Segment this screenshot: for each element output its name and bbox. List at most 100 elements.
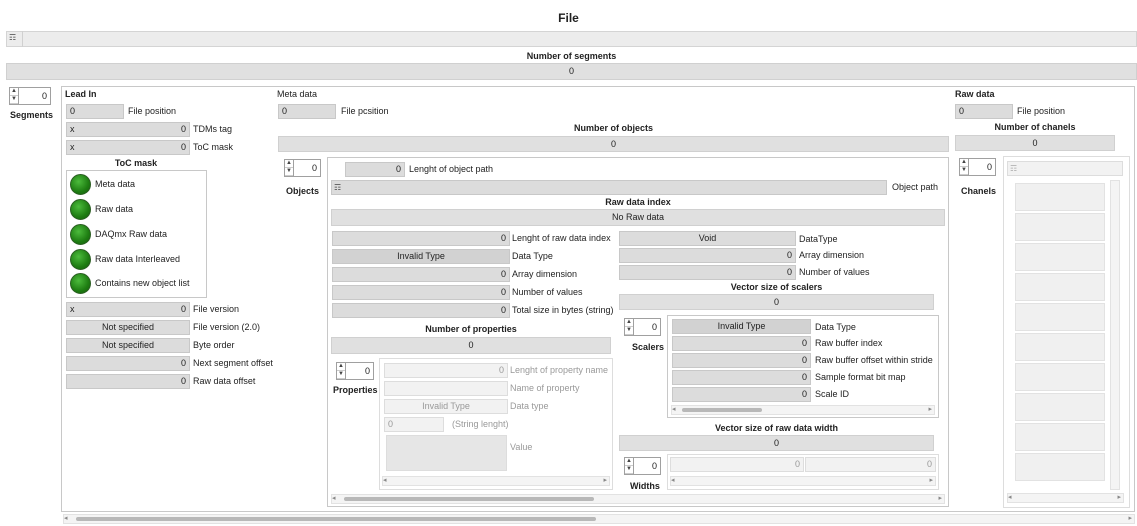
next-segment-label: Next segment offset bbox=[193, 358, 273, 368]
raw-buffer-offset-field[interactable]: 0 bbox=[672, 353, 811, 368]
datatype2-field[interactable]: Void bbox=[619, 231, 796, 246]
toc-item-label: DAQmx Raw data bbox=[95, 229, 168, 239]
channel-vscroll[interactable] bbox=[1110, 180, 1120, 490]
prop-value-label: Value bbox=[510, 442, 533, 452]
num-channels-title: Number of chanels bbox=[994, 122, 1076, 132]
meta-file-position-field[interactable]: 0 bbox=[278, 104, 336, 119]
spin-up-icon[interactable]: ▲ bbox=[337, 363, 345, 371]
raw-buffer-index-field[interactable]: 0 bbox=[672, 336, 811, 351]
file-version-field[interactable]: x0 bbox=[66, 302, 190, 317]
next-segment-field[interactable]: 0 bbox=[66, 356, 190, 371]
file-version2-field[interactable]: Not specified bbox=[66, 320, 190, 335]
num-values-field[interactable]: 0 bbox=[332, 285, 510, 300]
raw-buffer-offset-label: Raw buffer offset within stride bbox=[815, 355, 933, 365]
path-bar[interactable] bbox=[6, 31, 1137, 47]
path-length-field[interactable]: 0 bbox=[345, 162, 405, 177]
tree-structure-icon[interactable]: ☶ bbox=[1010, 164, 1017, 173]
spin-down-icon[interactable]: ▼ bbox=[625, 466, 633, 474]
channels-spinner[interactable]: ▲ ▼ 0 bbox=[959, 158, 996, 176]
prop-strlen-field[interactable]: 0 bbox=[384, 417, 444, 432]
num-props-title: Number of properties bbox=[425, 324, 517, 334]
channel-hscroll[interactable]: ◂ ▸ bbox=[1007, 493, 1124, 503]
raw-file-position-label: File position bbox=[1017, 106, 1066, 116]
led-meta-data[interactable] bbox=[70, 174, 91, 195]
prop-type-label: Data type bbox=[510, 401, 549, 411]
width-value-field-2[interactable]: 0 bbox=[805, 457, 936, 472]
channel-path-field[interactable] bbox=[1007, 161, 1123, 176]
widths-title: Vector size of raw data width bbox=[714, 423, 839, 433]
widths-spinner[interactable]: ▲ ▼ 0 bbox=[624, 457, 661, 475]
objects-label: Objects bbox=[286, 186, 320, 196]
spin-up-icon[interactable]: ▲ bbox=[625, 458, 633, 466]
byte-order-field[interactable]: Not specified bbox=[66, 338, 190, 353]
channels-label: Chanels bbox=[961, 186, 997, 196]
spin-down-icon[interactable]: ▼ bbox=[960, 167, 968, 175]
properties-spinner[interactable]: ▲ ▼ 0 bbox=[336, 362, 374, 380]
objects-spinner[interactable]: ▲ ▼ 0 bbox=[284, 159, 321, 177]
led-raw-data[interactable] bbox=[70, 199, 91, 220]
widths-hscroll[interactable]: ◂ ▸ bbox=[670, 476, 936, 486]
array-dimension-label: Array dimension bbox=[512, 269, 578, 279]
file-version2-label: File version (2.0) bbox=[193, 322, 261, 332]
data-type-field[interactable]: Invalid Type bbox=[332, 249, 510, 264]
array-dimension-field[interactable]: 0 bbox=[332, 267, 510, 282]
spin-up-icon[interactable]: ▲ bbox=[285, 160, 293, 168]
width-value-field-1[interactable]: 0 bbox=[670, 457, 804, 472]
scalers-spinner[interactable]: ▲ ▼ 0 bbox=[624, 318, 661, 336]
spin-down-icon[interactable]: ▼ bbox=[10, 96, 18, 104]
scaler-type-label: Data Type bbox=[815, 322, 856, 332]
property-hscroll[interactable]: ◂ ▸ bbox=[382, 476, 610, 486]
properties-label: Properties bbox=[333, 385, 378, 395]
object-hscroll[interactable]: ◂ ▸ bbox=[331, 494, 945, 504]
led-new-object-list[interactable] bbox=[70, 273, 91, 294]
scaler-type-field[interactable]: Invalid Type bbox=[672, 319, 811, 334]
scaler-hscroll[interactable]: ◂ ▸ bbox=[671, 405, 935, 415]
spin-up-icon[interactable]: ▲ bbox=[625, 319, 633, 327]
toc-mask-field[interactable]: x0 bbox=[66, 140, 190, 155]
tdms-tag-field[interactable]: x0 bbox=[66, 122, 190, 137]
prop-strlen-label: (String lenght) bbox=[452, 419, 509, 429]
spin-down-icon[interactable]: ▼ bbox=[285, 168, 293, 176]
num-values2-field[interactable]: 0 bbox=[619, 265, 796, 280]
prop-name-length-label: Lenght of property name bbox=[510, 365, 609, 375]
meta-data-title: Meta data bbox=[277, 89, 318, 99]
raw-buffer-index-label: Raw buffer index bbox=[815, 338, 883, 348]
tdms-tag-label: TDMs tag bbox=[193, 124, 233, 134]
raw-data-title: Raw data bbox=[955, 89, 995, 99]
raw-index-length-field[interactable]: 0 bbox=[332, 231, 510, 246]
spin-down-icon[interactable]: ▼ bbox=[625, 327, 633, 335]
toc-item-label: Contains new object list bbox=[95, 278, 190, 288]
raw-data-offset-field[interactable]: 0 bbox=[66, 374, 190, 389]
spin-up-icon[interactable]: ▲ bbox=[10, 88, 18, 96]
array-dimension2-field[interactable]: 0 bbox=[619, 248, 796, 263]
file-version-label: File version bbox=[193, 304, 240, 314]
array-dimension2-label: Array dimension bbox=[799, 250, 865, 260]
num-objects-value: 0 bbox=[278, 136, 949, 152]
prop-name-field[interactable] bbox=[384, 381, 508, 396]
scale-id-field[interactable]: 0 bbox=[672, 387, 811, 402]
num-objects-title: Number of objects bbox=[573, 123, 653, 133]
segments-spinner[interactable]: ▲ ▼ 0 bbox=[9, 87, 51, 105]
sample-format-field[interactable]: 0 bbox=[672, 370, 811, 385]
led-daqmx-raw-data[interactable] bbox=[70, 224, 91, 245]
raw-file-position-field[interactable]: 0 bbox=[955, 104, 1013, 119]
main-hscroll[interactable]: ◂ ▸ bbox=[63, 514, 1135, 524]
num-channels-value: 0 bbox=[955, 135, 1115, 151]
object-path-field[interactable] bbox=[331, 180, 887, 195]
led-raw-data-interleaved[interactable] bbox=[70, 249, 91, 270]
scalers-label: Scalers bbox=[632, 342, 665, 352]
tree-structure-icon[interactable]: ☶ bbox=[334, 183, 341, 192]
total-size-field[interactable]: 0 bbox=[332, 303, 510, 318]
lead-in-file-position-field[interactable]: 0 bbox=[66, 104, 124, 119]
scalers-value: 0 bbox=[619, 294, 934, 310]
prop-name-length-field[interactable]: 0 bbox=[384, 363, 508, 378]
raw-index-value: No Raw data bbox=[331, 209, 945, 226]
spin-down-icon[interactable]: ▼ bbox=[337, 371, 345, 379]
raw-data-offset-label: Raw data offset bbox=[193, 376, 256, 386]
prop-value-field[interactable] bbox=[386, 435, 507, 471]
file-title: File bbox=[558, 11, 579, 25]
tree-structure-icon[interactable]: ☶ bbox=[9, 33, 16, 42]
spin-up-icon[interactable]: ▲ bbox=[960, 159, 968, 167]
prop-type-field[interactable]: Invalid Type bbox=[384, 399, 508, 414]
lead-in-file-position-label: File position bbox=[128, 106, 177, 116]
